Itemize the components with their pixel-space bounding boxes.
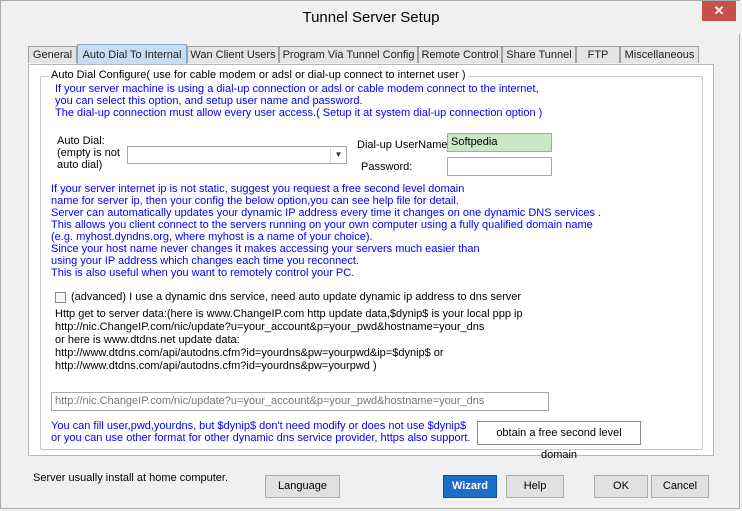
note-line-1: You can fill user,pwd,yourdns, but $dyni… (51, 420, 467, 432)
tab-general[interactable]: General (28, 46, 77, 63)
autodial-label-2: (empty is not (57, 147, 120, 159)
language-button[interactable]: Language (265, 475, 340, 498)
http-line-5: http://www.dtdns.com/api/autodns.cfm?id=… (55, 360, 377, 372)
title-bar: Tunnel Server Setup ✕ (1, 1, 741, 34)
setup-window: Tunnel Server Setup ✕ General Auto Dial … (0, 0, 741, 509)
autodial-label-3: auto dial) (57, 159, 103, 171)
autodial-label-1: Auto Dial: (57, 135, 105, 147)
dns-info-line-5: (e.g. myhost.dyndns.org, where myhost is… (51, 231, 373, 243)
password-label: Password: (361, 161, 413, 173)
tab-program-via-tunnel[interactable]: Program Via Tunnel Config (279, 46, 418, 63)
ok-button[interactable]: OK (594, 475, 648, 498)
tab-miscellaneous[interactable]: Miscellaneous (620, 46, 699, 63)
dns-info-line-6: Since your host name never changes it ma… (51, 243, 480, 255)
http-line-1: Http get to server data:(here is www.Cha… (55, 308, 523, 320)
dns-info-line-4: This allows you client connect to the se… (51, 219, 593, 231)
ddns-checkbox[interactable] (55, 292, 66, 303)
tab-panel: Auto Dial Configure( use for cable modem… (28, 64, 714, 461)
chevron-down-icon[interactable]: ▼ (330, 147, 346, 163)
wizard-button[interactable]: Wizard (443, 475, 497, 498)
dns-info-line-1: If your server internet ip is not static… (51, 183, 465, 195)
footer-status: Server usually install at home computer. (33, 472, 229, 484)
dns-info-line-3: Server can automatically updates your dy… (51, 207, 602, 219)
http-line-4: http://www.dtdns.com/api/autodns.cfm?id=… (55, 347, 444, 359)
dns-info-line-2: name for server ip, then your config the… (51, 195, 459, 207)
ddns-checkbox-label: (advanced) I use a dynamic dns service, … (71, 291, 522, 303)
http-line-3: or here is www.dtdns.net update data: (55, 334, 240, 346)
ddns-url-input[interactable]: http://nic.ChangeIP.com/nic/update?u=you… (51, 392, 549, 411)
window-title: Tunnel Server Setup (302, 9, 440, 26)
close-button[interactable]: ✕ (702, 1, 736, 21)
auto-dial-group: Auto Dial Configure( use for cable modem… (40, 69, 703, 461)
autodial-select[interactable]: ▼ (127, 146, 347, 164)
tab-remote-control[interactable]: Remote Control (418, 46, 502, 63)
dns-info-line-8: This is also useful when you want to rem… (51, 267, 355, 279)
help-button[interactable]: Help (506, 475, 564, 498)
dns-info-line-7: using your IP address which changes each… (51, 255, 359, 267)
intro-line-2: you can select this option, and setup us… (55, 95, 363, 107)
tab-wan-client-users[interactable]: Wan Client Users (187, 46, 279, 63)
password-field[interactable] (447, 157, 552, 176)
note-line-2: or you can use other format for other dy… (51, 432, 471, 444)
http-line-2: http://nic.ChangeIP.com/nic/update?u=you… (55, 321, 485, 333)
cancel-button[interactable]: Cancel (651, 475, 709, 498)
username-field[interactable]: Softpedia (447, 133, 552, 152)
username-label: Dial-up UserName: (357, 139, 451, 151)
intro-line-1: If your server machine is using a dial-u… (55, 83, 539, 95)
tab-share-tunnel[interactable]: Share Tunnel (502, 46, 576, 63)
intro-line-3: The dial-up connection must allow every … (55, 107, 543, 119)
group-title: Auto Dial Configure( use for cable modem… (49, 69, 468, 81)
obtain-domain-button[interactable]: obtain a free second level domain (477, 421, 641, 461)
tab-ftp[interactable]: FTP (576, 46, 620, 63)
tab-auto-dial[interactable]: Auto Dial To Internal (77, 44, 187, 64)
